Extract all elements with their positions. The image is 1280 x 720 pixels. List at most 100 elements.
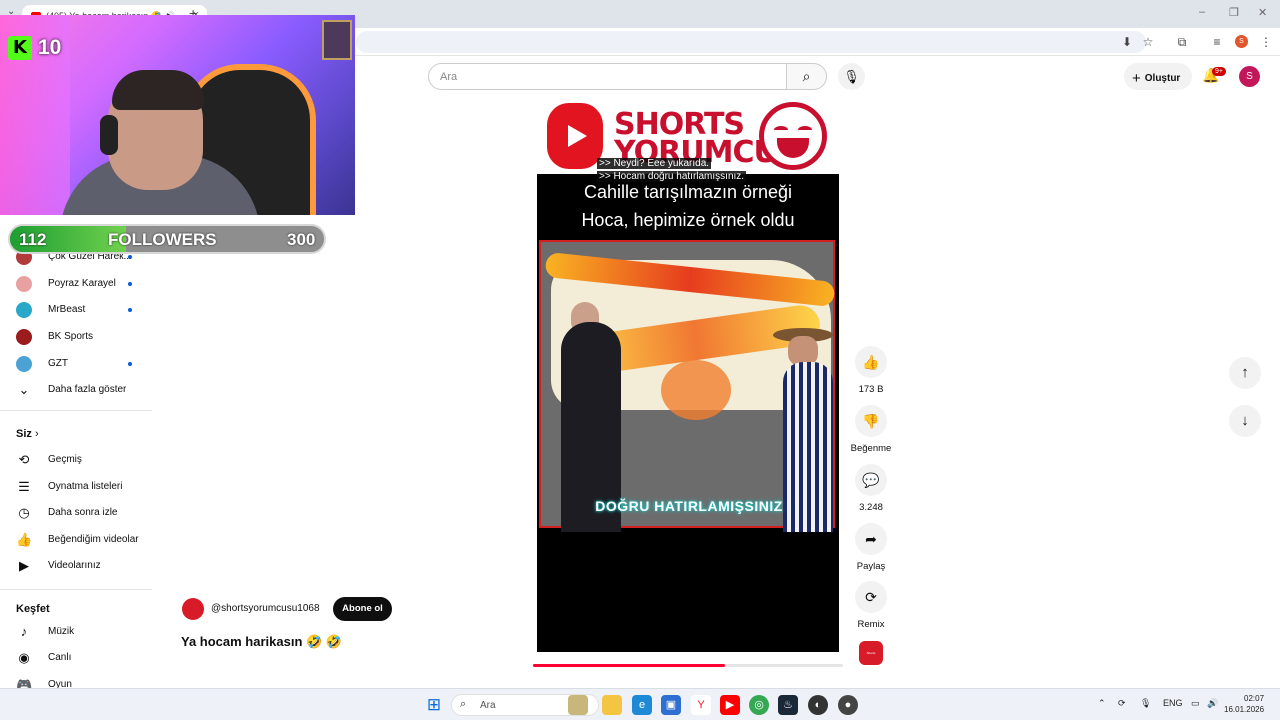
sidebar-item-music[interactable]: ♪ Müzik <box>0 620 152 646</box>
channel-handle[interactable]: @shortsyorumcusu1068 <box>211 603 320 614</box>
close-window-button[interactable]: ✕ <box>1258 6 1267 19</box>
kick-viewer-count: K 10 <box>8 36 61 60</box>
language-indicator[interactable]: ENG <box>1163 698 1183 708</box>
channel-avatar <box>16 302 32 318</box>
microphone-icon: 🎙 <box>843 69 860 84</box>
notifications-badge: 9+ <box>1212 67 1226 76</box>
like-button[interactable]: 👍 173 B <box>846 346 896 395</box>
webcam-overlay: K 10 <box>0 15 355 215</box>
media-controls-icon[interactable]: ≡ <box>1209 34 1225 50</box>
minimize-button[interactable]: – <box>1199 6 1205 18</box>
followers-current: 112 <box>19 230 47 249</box>
sidebar-item-label: Poyraz Karayel <box>48 278 116 289</box>
obs-icon[interactable]: ● <box>838 695 858 715</box>
search-bar: Ara ⌕ <box>428 63 827 90</box>
volume-icon[interactable]: 🔊 <box>1207 698 1218 709</box>
subtitle-line-1: >> Neydi? Eee yukarıda. <box>597 158 712 169</box>
tray-chevron-icon[interactable]: ⌃ <box>1098 698 1106 709</box>
sidebar-item-live[interactable]: ◉ Canlı <box>0 646 152 672</box>
comments-button[interactable]: 💬 3.248 <box>846 464 896 513</box>
channel-thumbnail[interactable]: Shorts Yorumcusu <box>859 641 883 679</box>
yandex-icon[interactable]: Y <box>691 695 711 715</box>
sidebar-item-watch-later[interactable]: ◷ Daha sonra izle <box>0 501 152 527</box>
sidebar-item-label: Oynatma listeleri <box>48 481 123 492</box>
channel-avatar <box>16 356 32 372</box>
windows-taskbar: ⊞ ⌕ Ara e ▣ Y ▶ ◎ ♨ ◐ ● ⌃ ⟳ 🎙 ENG ▭ 🔊 02… <box>0 688 1280 720</box>
sidebar-item-history[interactable]: ⟲ Geçmiş <box>0 448 152 474</box>
short-video-player[interactable]: SHORTS YORUMCUSU >> Neydi? Eee yukarıda.… <box>537 100 839 652</box>
headset <box>100 115 118 155</box>
voice-search-button[interactable]: 🎙 <box>838 63 865 90</box>
thumbs-up-icon: 👍 <box>855 346 887 378</box>
explore-section-heading: Keşfet <box>16 603 50 615</box>
previous-short-button[interactable]: ↑ <box>1229 357 1261 389</box>
show-more-button[interactable]: ⌄ Daha fazla göster <box>0 378 152 404</box>
music-icon: ♪ <box>20 624 28 639</box>
sidebar-item-mrbeast[interactable]: MrBeast <box>0 298 152 324</box>
extensions-icon[interactable]: ⧉ <box>1174 34 1190 50</box>
sync-icon[interactable]: ⟳ <box>1118 698 1126 709</box>
app-icon[interactable]: ◐ <box>808 695 828 715</box>
dislike-button[interactable]: 👎 Beğenme <box>846 405 896 454</box>
fault-zone-east <box>661 360 731 420</box>
sidebar-item-poyraz-karayel[interactable]: Poyraz Karayel <box>0 272 152 298</box>
install-app-icon[interactable]: ⬇ <box>1119 34 1135 50</box>
comment-count: 3.248 <box>859 502 883 513</box>
arrow-down-icon: ↓ <box>1241 412 1249 429</box>
dislike-label: Beğenme <box>850 443 892 454</box>
channel-logo-text: Shorts Yorumcusu <box>863 651 879 679</box>
widget-icon[interactable] <box>568 695 588 715</box>
earthquake-map-scene: DOĞRU HATIRLAMIŞSINIZ <box>539 240 836 532</box>
sidebar-item-your-videos[interactable]: ▶ Videolarınız <box>0 554 152 580</box>
youtube-shorts-logo-icon <box>547 103 603 169</box>
steam-icon[interactable]: ♨ <box>778 695 798 715</box>
clock-icon: ◷ <box>18 505 30 520</box>
chevron-down-icon: ⌄ <box>18 382 30 397</box>
sidebar-item-gzt[interactable]: GZT <box>0 352 152 378</box>
divider <box>0 589 152 590</box>
sidebar-item-bk-sports[interactable]: BK Sports <box>0 325 152 351</box>
sidebar-item-label: Canlı <box>48 652 72 663</box>
windows-start-icon[interactable]: ⊞ <box>424 695 444 715</box>
clock-time: 02:07 <box>1244 694 1265 703</box>
you-section-heading[interactable]: Siz › <box>16 428 39 440</box>
address-bar[interactable] <box>356 31 1146 53</box>
thumbs-down-icon: 👎 <box>855 405 887 437</box>
edge-icon[interactable]: e <box>632 695 652 715</box>
youtube-icon[interactable]: ▶ <box>720 695 740 715</box>
chrome-icon[interactable]: ◎ <box>749 695 769 715</box>
search-icon: ⌕ <box>460 698 467 710</box>
remix-label: Remix <box>857 619 885 630</box>
remix-button[interactable]: ⟳ Remix <box>846 581 896 630</box>
new-content-dot <box>128 282 132 286</box>
display-icon[interactable]: ▭ <box>1191 698 1200 709</box>
account-avatar[interactable]: S <box>1239 66 1260 87</box>
video-progress-bar[interactable] <box>533 664 726 667</box>
video-overlay-title: Cahille tarışılmazın örneği Hoca, hepimi… <box>537 178 839 234</box>
like-count: 173 B <box>858 384 884 395</box>
sidebar-item-playlists[interactable]: ☰ Oynatma listeleri <box>0 475 152 501</box>
plus-icon: + <box>1132 70 1141 87</box>
follower-goal-bar: 112 FOLLOWERS 300 <box>8 224 326 254</box>
divider <box>0 410 152 411</box>
microphone-icon[interactable]: 🎙 <box>1140 698 1151 709</box>
search-button[interactable]: ⌕ <box>786 63 827 90</box>
show-more-label: Daha fazla göster <box>48 384 127 395</box>
sidebar-item-label: Videolarınız <box>48 560 101 571</box>
system-clock[interactable]: 02:07 16.01.2026 <box>1224 693 1264 715</box>
browser-menu-icon[interactable]: ⋮ <box>1258 34 1274 50</box>
search-input[interactable]: Ara <box>428 63 787 90</box>
sidebar-item-liked-videos[interactable]: 👍 Beğendiğim videolar <box>0 528 152 554</box>
followers-goal: 300 <box>287 230 316 249</box>
maximize-button[interactable]: ❐ <box>1229 6 1239 19</box>
create-button[interactable]: + Oluştur <box>1124 63 1192 90</box>
file-explorer-icon[interactable] <box>602 695 622 715</box>
share-button[interactable]: ➦ Paylaş <box>846 523 896 572</box>
channel-avatar[interactable] <box>182 598 204 620</box>
next-short-button[interactable]: ↓ <box>1229 405 1261 437</box>
subscribe-button[interactable]: Abone ol <box>333 597 392 621</box>
sidebar-item-label: Geçmiş <box>48 454 82 465</box>
browser-profile-avatar[interactable]: S <box>1235 35 1248 48</box>
bookmark-star-icon[interactable]: ☆ <box>1140 34 1156 50</box>
store-icon[interactable]: ▣ <box>661 695 681 715</box>
